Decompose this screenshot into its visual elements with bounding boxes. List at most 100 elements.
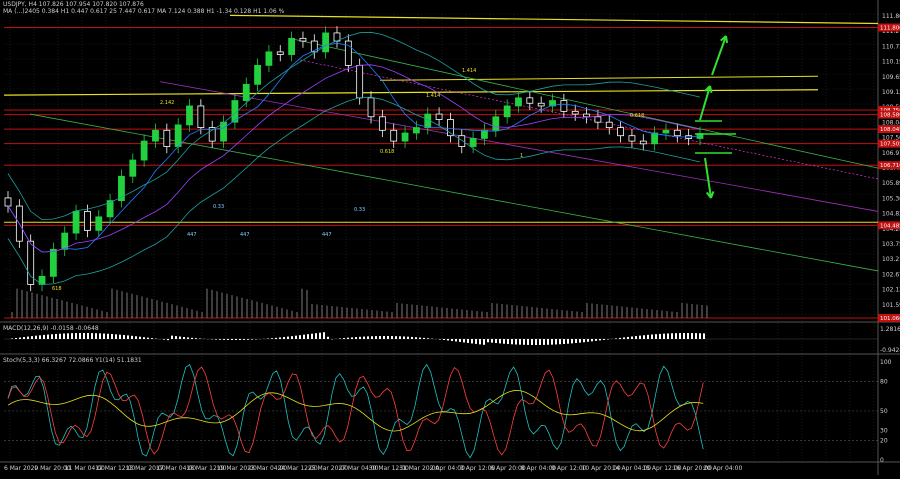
candle-body [61, 232, 69, 250]
stoch-tick-label: 50 [880, 408, 888, 415]
forecast-arrow-shaft [711, 35, 727, 76]
candle-body [515, 97, 522, 107]
candle-body [673, 129, 681, 137]
price-level-tag-label: 107.505 [880, 142, 900, 148]
annotation-label: 1.414 [462, 68, 476, 74]
candle-body [152, 129, 159, 142]
price-level-tag-label: 111.800 [880, 26, 900, 32]
candle-body [583, 113, 590, 118]
price-tick-label: 105.895 [882, 180, 900, 187]
moving-average-line [7, 42, 701, 253]
candle-body [605, 121, 613, 128]
channel-line [289, 37, 879, 169]
annotation-label: 447 [240, 232, 250, 238]
candle-body [617, 127, 624, 137]
candle-body [481, 129, 488, 139]
price-tick-label: 110.195 [882, 59, 900, 66]
price-level-tag-label: 104.485 [880, 223, 900, 229]
stoch-tick-label: 20 [880, 437, 888, 444]
price-tick-label: 103.210 [882, 256, 900, 263]
candle-body [639, 140, 647, 145]
stoch-tick-label: 100 [880, 359, 892, 366]
time-tick-label: 6 Mar 2020 [4, 465, 38, 472]
annotation-label: 0.618 [380, 149, 394, 155]
candle-body [163, 129, 171, 147]
stoch-tick-label: 80 [880, 379, 888, 386]
price-level-tag-label: 108.045 [880, 127, 900, 133]
candle-body [174, 124, 182, 147]
price-tick-label: 110.730 [882, 43, 900, 50]
candle-body [571, 110, 579, 115]
candle-body [367, 97, 375, 118]
price-tick-label: 109.655 [882, 74, 900, 81]
annotation-label: 447 [322, 232, 332, 238]
annotation-label: 447 [187, 232, 197, 238]
candle-body [378, 116, 386, 131]
candle-body [651, 132, 659, 145]
candle-body [197, 105, 205, 128]
candle-body [242, 83, 250, 101]
annotation-label: 2.142 [160, 100, 174, 106]
candle-body [220, 121, 227, 142]
yellow-trendline [379, 75, 819, 81]
candle-body [356, 64, 364, 99]
candle-body [401, 132, 409, 142]
yellow-level [3, 89, 819, 96]
candle-body [322, 32, 330, 53]
candle-body [140, 140, 148, 161]
candle-body [560, 100, 568, 112]
macd-label: MACD(12,26,9) -0.0158 -0.0648 [3, 325, 99, 332]
candles [4, 26, 704, 292]
macd-histogram [11, 332, 705, 345]
volume-bars [11, 288, 708, 318]
candle-body [526, 97, 534, 104]
annotation-label: 0.618 [630, 113, 644, 119]
candle-body [49, 248, 57, 277]
candle-body [95, 216, 103, 231]
price-tick-label: 101.595 [882, 302, 900, 309]
macd-tick-label: 1.2816 [880, 326, 900, 333]
price-level-tag-label: 106.710 [880, 163, 900, 169]
price-tick-label: 104.820 [882, 211, 900, 218]
candle-body [254, 64, 261, 85]
price-tick-label: 109.120 [882, 89, 900, 96]
price-level-tag-label: 108.580 [880, 113, 900, 119]
stoch-label: Stoch(5,3,3) 66.3267 72.0866 Y1(14) 51.1… [3, 357, 142, 364]
candle-body [265, 51, 273, 66]
candle-body [492, 116, 500, 131]
price-level-tag-label: 101.060 [880, 316, 900, 322]
candle-body [84, 211, 91, 231]
price-tick-label: 106.970 [882, 150, 900, 157]
macd-tick-label: -0.9424 [880, 347, 900, 354]
candle-body [469, 138, 477, 147]
candle-body [662, 129, 670, 134]
candle-body [390, 129, 398, 142]
stoch-tick-label: 30 [880, 428, 888, 435]
chart-window: 2.142 1.414 1.414 1 0.618 0.33 0.33 447 447 447 61… [0, 0, 900, 475]
grid [4, 13, 878, 462]
price-tick-label: 102.135 [882, 287, 900, 294]
annotation-label: 0.33 [354, 207, 365, 213]
candle-body [186, 105, 193, 126]
price-tick-label: 103.750 [882, 241, 900, 248]
symbol-line: USDJPY, H4 107.826 107.954 107.820 107.8… [3, 1, 144, 8]
ma-line: MA (...)2405 0.384 H1 0.447 0.617 25 7.4… [3, 8, 285, 15]
candle-body [72, 211, 80, 234]
annotation-label: 1 [520, 153, 523, 159]
time-tick-label: 20 Apr 04:00 [703, 465, 742, 472]
annotation-label: 0.33 [213, 204, 224, 210]
stoch-tick-label: 0 [880, 457, 884, 464]
price-tick-label: 102.670 [882, 271, 900, 278]
candle-body [537, 102, 545, 107]
chart-canvas: 2.142 1.414 1.414 1 0.618 0.33 0.33 447 447 447 61… [0, 0, 900, 475]
bollinger-band-line [7, 31, 701, 221]
annotation-label: 618 [52, 286, 62, 292]
candle-body [299, 37, 307, 42]
price-tick-label: 111.800 [882, 13, 900, 20]
price-tick-label: 105.360 [882, 195, 900, 202]
candle-body [129, 159, 137, 177]
annotation-label: 1.414 [426, 93, 440, 99]
candle-body [412, 127, 420, 134]
candle-body [628, 135, 636, 142]
candle-body [288, 37, 296, 55]
